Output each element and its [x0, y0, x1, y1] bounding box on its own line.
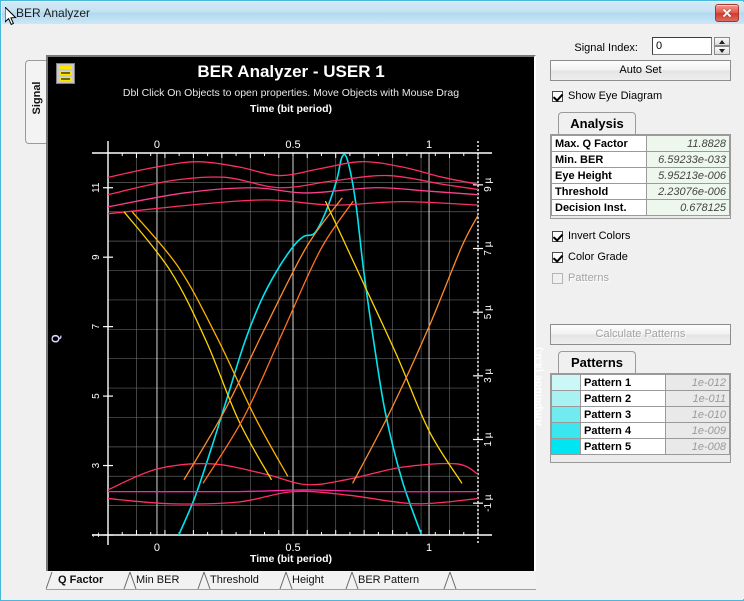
- plot-canvas: 1357911-1 µ1 µ3 µ5 µ7 µ9 µ000.50.511: [91, 139, 494, 554]
- tab-ber-pattern[interactable]: BER Pattern: [358, 574, 419, 586]
- svg-text:3: 3: [91, 462, 102, 468]
- invert-colors-label: Invert Colors: [568, 230, 631, 242]
- pattern-label: Pattern 3: [580, 406, 666, 423]
- tab-threshold[interactable]: Threshold: [210, 574, 259, 586]
- patterns-checkbox-label: Patterns: [568, 272, 609, 284]
- analysis-value: 6.59233e-033: [646, 151, 730, 168]
- analysis-value: 2.23076e-006: [646, 183, 730, 200]
- show-eye-diagram-label: Show Eye Diagram: [568, 90, 663, 102]
- color-grade-label: Color Grade: [568, 251, 628, 263]
- bottom-tabstrip[interactable]: Q Factor Min BER Threshold Height BER Patter…: [46, 571, 536, 590]
- analysis-table: Max. Q Factor 11.8828 Min. BER 6.59233e-033…: [551, 135, 730, 216]
- pattern-color-swatch: [551, 438, 581, 455]
- tab-q-factor[interactable]: Q Factor: [58, 574, 103, 586]
- svg-text:7: 7: [91, 323, 102, 329]
- ber-analyzer-window: BER Analyzer Signal BER Analyzer - USER …: [0, 0, 744, 601]
- pattern-label: Pattern 1: [580, 374, 666, 391]
- checkbox-icon: [552, 252, 563, 263]
- tab-height[interactable]: Height: [292, 574, 324, 586]
- analysis-key: Min. BER: [551, 151, 647, 168]
- plot-gridlines: [107, 152, 479, 536]
- table-row[interactable]: Pattern 1 1e-012: [551, 374, 730, 391]
- svg-text:5: 5: [91, 393, 102, 399]
- pattern-color-swatch: [551, 406, 581, 423]
- calculate-patterns-button: Calculate Patterns: [550, 324, 731, 345]
- signal-index-label: Signal Index:: [574, 42, 638, 54]
- right-panel: Signal Index: 0 Auto Set Show Eye Diagra…: [548, 24, 742, 599]
- svg-text:3 µ: 3 µ: [483, 369, 494, 383]
- eye-crossing-rise-2: [202, 200, 354, 484]
- svg-text:11: 11: [91, 182, 102, 193]
- analysis-key: Decision Inst.: [551, 199, 647, 216]
- svg-text:0: 0: [154, 542, 160, 554]
- sidebar-tab-signal[interactable]: Signal: [25, 60, 47, 144]
- tab-analysis-label: Analysis: [570, 116, 624, 131]
- tab-patterns[interactable]: Patterns: [558, 351, 636, 374]
- patterns-table: Pattern 1 1e-012 Pattern 2 1e-011 Pattern 31…: [551, 374, 730, 455]
- svg-text:-1 µ: -1 µ: [483, 494, 494, 512]
- client-area: Signal BER Analyzer - USER 1 Dbl Click O…: [2, 24, 744, 599]
- signal-index-stepper[interactable]: [714, 37, 730, 55]
- analysis-value: 0.678125: [646, 199, 730, 216]
- eye-diagram-plot[interactable]: BER Analyzer - USER 1 Dbl Click On Objec…: [46, 55, 544, 573]
- svg-text:1: 1: [426, 542, 432, 554]
- svg-text:1: 1: [91, 532, 102, 538]
- table-row: Eye Height 5.95213e-006: [551, 167, 730, 184]
- pattern-color-swatch: [551, 390, 581, 407]
- svg-text:9 µ: 9 µ: [483, 178, 494, 192]
- table-row[interactable]: Pattern 4 1e-009: [551, 422, 730, 439]
- pattern-value: 1e-011: [664, 390, 730, 407]
- eye-crossing-rise-1: [183, 197, 343, 481]
- pattern-color-swatch: [551, 374, 581, 391]
- table-row: Max. Q Factor 11.8828: [551, 135, 730, 152]
- tab-analysis[interactable]: Analysis: [558, 112, 636, 135]
- table-row: Threshold 2.23076e-006: [551, 183, 730, 200]
- close-icon[interactable]: [715, 4, 739, 22]
- title-bar[interactable]: BER Analyzer: [2, 2, 744, 25]
- svg-text:0: 0: [154, 139, 160, 151]
- patterns-panel: Pattern 1 1e-012 Pattern 2 1e-011 Pattern 31…: [550, 373, 731, 463]
- svg-text:5 µ: 5 µ: [483, 305, 494, 319]
- svg-text:1 µ: 1 µ: [483, 432, 494, 446]
- eye-crossing-rise-3: [352, 214, 478, 484]
- pattern-color-swatch: [551, 422, 581, 439]
- signal-index-input[interactable]: 0: [652, 37, 712, 55]
- table-row: Decision Inst. 0.678125: [551, 199, 730, 216]
- pattern-value: 1e-008: [664, 438, 730, 455]
- auto-set-button[interactable]: Auto Set: [550, 60, 731, 81]
- pattern-label: Pattern 4: [580, 422, 666, 439]
- svg-text:7 µ: 7 µ: [483, 241, 494, 255]
- analysis-key: Eye Height: [551, 167, 647, 184]
- svg-text:9: 9: [91, 254, 102, 260]
- pattern-value: 1e-010: [664, 406, 730, 423]
- sidebar-tab-signal-label: Signal: [31, 81, 43, 115]
- svg-text:0.5: 0.5: [285, 139, 300, 151]
- analysis-key: Max. Q Factor: [551, 135, 647, 152]
- table-row[interactable]: Pattern 3 1e-010: [551, 406, 730, 423]
- table-row: Min. BER 6.59233e-033: [551, 151, 730, 168]
- pattern-label: Pattern 2: [580, 390, 666, 407]
- svg-text:1: 1: [426, 139, 432, 151]
- eye-crossing-fall-1: [123, 211, 272, 481]
- checkbox-icon: [552, 273, 563, 284]
- tab-min-ber[interactable]: Min BER: [136, 574, 179, 586]
- checkbox-icon: [552, 231, 563, 242]
- eye-crossing-fall-3: [325, 200, 463, 484]
- analysis-value: 5.95213e-006: [646, 167, 730, 184]
- tab-patterns-label: Patterns: [570, 355, 624, 370]
- window-title: BER Analyzer: [16, 6, 91, 20]
- svg-text:0.5: 0.5: [285, 542, 300, 554]
- analysis-value: 11.8828: [646, 135, 730, 152]
- tabstrip-shape: [46, 571, 536, 590]
- table-row[interactable]: Pattern 5 1e-008: [551, 438, 730, 455]
- pattern-label: Pattern 5: [580, 438, 666, 455]
- table-row[interactable]: Pattern 2 1e-011: [551, 390, 730, 407]
- stepper-down-icon[interactable]: [714, 46, 730, 55]
- pattern-value: 1e-009: [664, 422, 730, 439]
- analysis-key: Threshold: [551, 183, 647, 200]
- pattern-value: 1e-012: [664, 374, 730, 391]
- checkbox-icon: [552, 91, 563, 102]
- analysis-panel: Max. Q Factor 11.8828 Min. BER 6.59233e-033…: [550, 134, 731, 219]
- stepper-up-icon[interactable]: [714, 37, 730, 46]
